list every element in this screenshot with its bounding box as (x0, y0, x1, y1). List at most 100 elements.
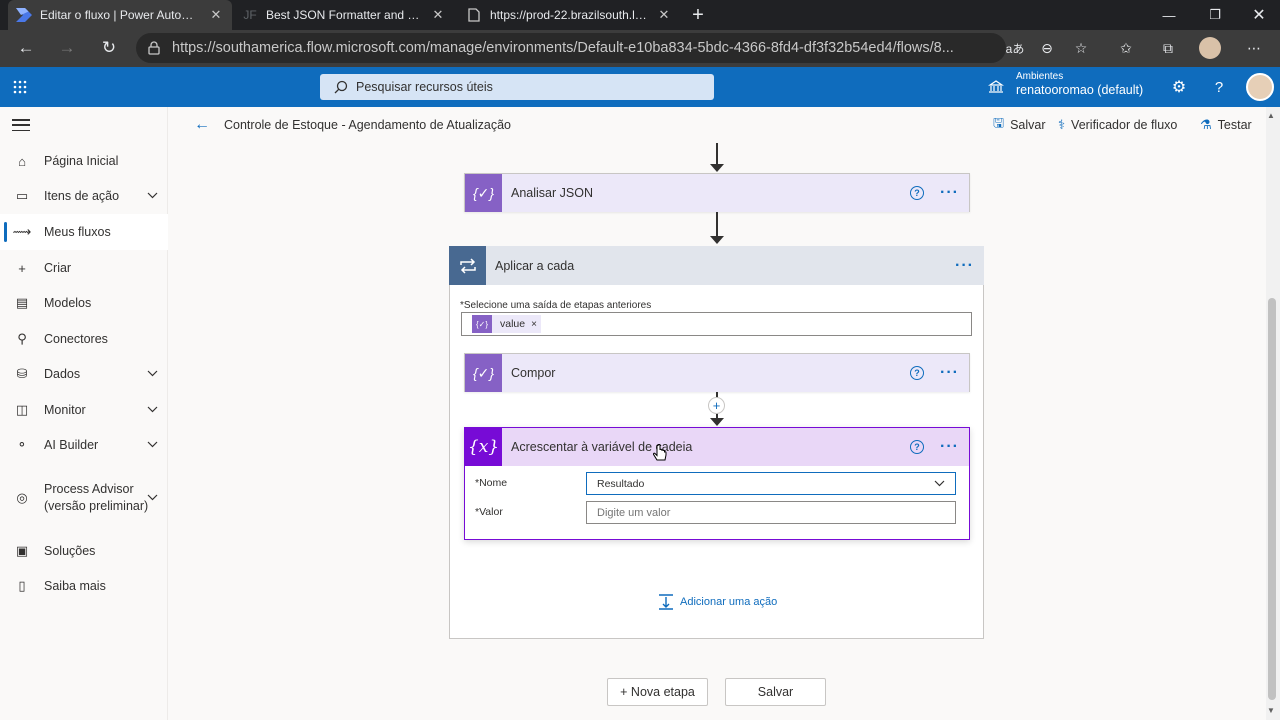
data-operation-icon: {✓} (465, 174, 502, 212)
profile-avatar[interactable] (1199, 37, 1221, 59)
address-bar[interactable]: https://southamerica.flow.microsoft.com/… (136, 33, 1006, 63)
more-icon[interactable]: ⋯ (1242, 37, 1266, 59)
chevron-down-icon[interactable] (147, 493, 158, 504)
dynamic-content-token[interactable]: {✓} value × (472, 315, 541, 333)
card-title: Analisar JSON (511, 186, 593, 200)
sidebar-item-solutions[interactable]: ▣ Soluções (0, 533, 168, 569)
home-icon: ⌂ (18, 153, 26, 169)
sidebar-item-ai-builder[interactable]: ⚬ AI Builder (0, 427, 168, 463)
sidebar-item-connectors[interactable]: ⚲ Conectores (0, 321, 168, 357)
close-window-icon[interactable]: ✕ (1236, 0, 1280, 30)
chevron-down-icon[interactable] (147, 369, 158, 380)
more-options-icon[interactable]: ··· (940, 184, 959, 202)
back-arrow-icon[interactable]: ← (194, 115, 210, 135)
close-tab-icon[interactable]: ✕ (656, 7, 672, 23)
save-command[interactable]: 🖫 Salvar (993, 115, 1046, 135)
name-label: *Nome (475, 477, 508, 489)
zoom-icon[interactable]: ⊖ (1035, 37, 1059, 59)
forward-icon[interactable]: → (51, 32, 83, 64)
minimize-icon[interactable]: — (1146, 0, 1192, 30)
favorite-add-icon[interactable]: ☆ (1069, 37, 1093, 59)
data-operation-icon: {✓} (472, 315, 492, 333)
environment-label: Ambientes (1016, 71, 1064, 82)
ai-builder-icon: ⚬ (16, 437, 28, 452)
remove-token-icon[interactable]: × (531, 319, 537, 330)
search-icon (334, 80, 348, 94)
user-avatar[interactable] (1246, 73, 1274, 101)
arrow-head (710, 164, 724, 172)
tab-title: Editar o fluxo | Power Automate (40, 8, 202, 22)
monitor-icon: ◫ (15, 402, 29, 417)
search-box[interactable]: Pesquisar recursos úteis (320, 74, 714, 100)
sidebar-item-home[interactable]: ⌂ Página Inicial (0, 143, 168, 179)
refresh-icon[interactable]: ↻ (93, 32, 125, 64)
close-tab-icon[interactable]: ✕ (208, 7, 224, 23)
help-icon[interactable]: ? (910, 366, 925, 380)
browser-tab-json-formatter[interactable]: JF Best JSON Formatter and JSON V ✕ (234, 0, 454, 30)
more-options-icon[interactable]: ··· (955, 257, 974, 275)
close-tab-icon[interactable]: ✕ (430, 7, 446, 23)
settings-gear-icon[interactable]: ⚙ (1170, 78, 1188, 96)
new-step-button[interactable]: + Nova etapa (607, 678, 708, 706)
scroll-down-icon[interactable]: ▼ (1267, 706, 1275, 715)
help-icon[interactable]: ? (1210, 78, 1228, 96)
compose-card[interactable]: {✓} Compor ? ··· (464, 353, 970, 392)
arrow-head (710, 236, 724, 244)
favorites-icon[interactable]: ✩ (1114, 37, 1138, 59)
sidebar-item-monitor[interactable]: ◫ Monitor (0, 392, 168, 428)
jf-icon: JF (243, 8, 257, 22)
arrow-head (710, 418, 724, 426)
sidebar-item-label: Monitor (44, 402, 86, 417)
hamburger-menu-icon[interactable] (10, 115, 32, 135)
variable-name-dropdown[interactable]: Resultado (586, 472, 956, 495)
sidebar-item-label: Process Advisor (versão preliminar) (44, 482, 149, 513)
scroll-up-icon[interactable]: ▲ (1267, 111, 1275, 120)
flask-icon: ⚗ (1200, 117, 1212, 132)
read-aloud-icon[interactable]: aあ (1003, 37, 1027, 59)
sidebar-item-templates[interactable]: ▤ Modelos (0, 285, 168, 321)
restore-icon[interactable]: ❐ (1192, 0, 1238, 30)
process-advisor-icon: ◎ (16, 490, 28, 505)
browser-tab-logic[interactable]: https://prod-22.brazilsouth.logic ✕ (458, 0, 680, 30)
environment-icon[interactable] (987, 78, 1005, 96)
add-action-link[interactable]: Adicionar uma ação (657, 593, 777, 611)
chevron-down-icon[interactable] (147, 440, 158, 451)
help-icon[interactable]: ? (910, 440, 925, 454)
insert-step-plus-icon[interactable]: + (708, 397, 725, 414)
sidebar-item-label: Conectores (44, 331, 108, 346)
parse-json-card[interactable]: {✓} Analisar JSON ? ··· (464, 173, 970, 212)
chevron-down-icon[interactable] (147, 405, 158, 416)
collections-icon[interactable]: ⧉ (1156, 37, 1180, 59)
connectors-icon: ⚲ (17, 331, 27, 346)
active-indicator (4, 222, 7, 242)
value-input[interactable] (586, 501, 956, 524)
more-options-icon[interactable]: ··· (940, 438, 959, 456)
templates-icon: ▤ (15, 295, 29, 310)
sidebar-item-data[interactable]: ⛁ Dados (0, 356, 168, 392)
sidebar-item-learn[interactable]: ▯ Saiba mais (0, 568, 168, 604)
browser-tab-power-automate[interactable]: Editar o fluxo | Power Automate ✕ (8, 0, 232, 30)
card-title: Aplicar a cada (495, 258, 575, 273)
sidebar-item-flows[interactable]: ⟿ Meus fluxos (0, 214, 168, 250)
test-command[interactable]: ⚗ Testar (1200, 115, 1252, 135)
app-launcher-icon[interactable] (6, 67, 34, 107)
select-output-field[interactable]: {✓} value × (461, 312, 972, 336)
data-icon: ⛁ (16, 366, 28, 381)
scrollbar-thumb[interactable] (1268, 298, 1276, 700)
chevron-down-icon[interactable] (147, 191, 158, 202)
sidebar-item-plus[interactable]: + Criar (0, 250, 168, 286)
sidebar-item-action-items[interactable]: ▭ Itens de ação (0, 178, 168, 214)
select-output-label: *Selecione uma saída de etapas anteriore… (460, 300, 652, 311)
sidebar-item-label: Modelos (44, 295, 92, 310)
back-icon[interactable]: ← (10, 32, 42, 64)
sidebar-item-process-advisor[interactable]: ◎ Process Advisor (versão preliminar) (0, 463, 168, 533)
tab-title: https://prod-22.brazilsouth.logic (490, 8, 650, 22)
help-icon[interactable]: ? (910, 186, 925, 200)
environment-selector[interactable]: Ambientes renatooromao (default) (1016, 71, 1166, 103)
apply-to-each-header[interactable]: Aplicar a cada ··· (449, 246, 984, 285)
new-tab-icon[interactable]: + (684, 0, 712, 30)
more-options-icon[interactable]: ··· (940, 364, 959, 382)
save-button[interactable]: Salvar (725, 678, 826, 706)
environment-name: renatooromao (default) (1016, 83, 1144, 97)
flow-checker-command[interactable]: ⚕ Verificador de fluxo (1058, 115, 1177, 135)
